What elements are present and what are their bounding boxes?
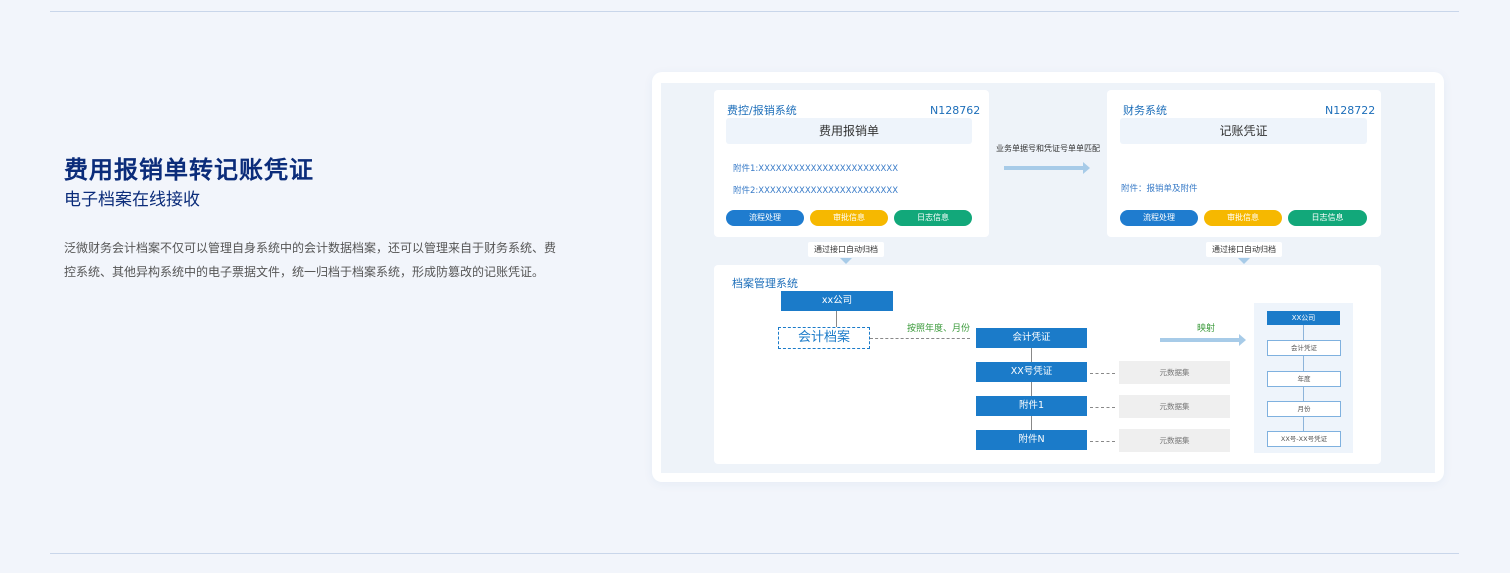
mapping-year: 年度	[1267, 371, 1341, 387]
voucher-number-node: XX号凭证	[976, 362, 1087, 382]
accounting-archive-node: 会计档案	[778, 327, 870, 349]
archive-voucher-connector	[870, 338, 970, 339]
top-divider	[50, 11, 1459, 12]
finance-approval-button[interactable]: 审批信息	[1204, 210, 1282, 226]
finance-attachment-note: 附件：报销单及附件	[1121, 184, 1198, 194]
metadata-connector-2	[1090, 407, 1115, 408]
company-node: xx公司	[781, 291, 893, 311]
expense-system-number: N128762	[930, 104, 981, 117]
voucher-chain-connector	[1031, 348, 1032, 432]
auto-archive-right-arrow	[1238, 258, 1250, 264]
expense-attachment-2: 附件2:XXXXXXXXXXXXXXXXXXXXXXXX	[733, 186, 899, 196]
expense-system-title: 费控/报销系统	[727, 104, 797, 117]
metadata-box-1: 元数据集	[1119, 361, 1230, 384]
finance-process-button[interactable]: 流程处理	[1120, 210, 1198, 226]
metadata-connector-3	[1090, 441, 1115, 442]
finance-system-title: 财务系统	[1123, 104, 1167, 117]
expense-log-button[interactable]: 日志信息	[894, 210, 972, 226]
finance-log-button[interactable]: 日志信息	[1288, 210, 1367, 226]
finance-document: 记账凭证	[1120, 118, 1367, 144]
archive-system-title: 档案管理系统	[732, 277, 798, 290]
match-label: 业务单据号和凭证号单单匹配	[996, 144, 1100, 153]
expense-process-button[interactable]: 流程处理	[726, 210, 804, 226]
accounting-voucher-node: 会计凭证	[976, 328, 1087, 348]
expense-attachment-1: 附件1:XXXXXXXXXXXXXXXXXXXXXXXX	[733, 164, 899, 174]
auto-archive-left-label: 通过接口自动归档	[808, 242, 884, 257]
mapping-voucher: 会计凭证	[1267, 340, 1341, 356]
mapping-arrow	[1160, 334, 1246, 346]
page-subtitle: 电子档案在线接收	[64, 190, 200, 210]
metadata-box-2: 元数据集	[1119, 395, 1230, 418]
bottom-divider	[50, 553, 1459, 554]
page-title: 费用报销单转记账凭证	[64, 156, 314, 184]
mapping-voucher-range: XX号-XX号凭证	[1267, 431, 1341, 447]
match-arrow	[1004, 162, 1090, 174]
attachment-1-node: 附件1	[976, 396, 1087, 416]
expense-document: 费用报销单	[726, 118, 972, 144]
mapping-label: 映射	[1197, 324, 1216, 334]
auto-archive-left-arrow	[840, 258, 852, 264]
mapping-month: 月份	[1267, 401, 1341, 417]
company-archive-connector	[836, 311, 837, 327]
metadata-connector-1	[1090, 373, 1115, 374]
expense-approval-button[interactable]: 审批信息	[810, 210, 888, 226]
finance-system-number: N128722	[1325, 104, 1376, 117]
page-description: 泛微财务会计档案不仅可以管理自身系统中的会计数据档案，还可以管理来自于财务系统、…	[64, 241, 557, 279]
by-period-label: 按照年度、月份	[907, 324, 971, 334]
attachment-n-node: 附件N	[976, 430, 1087, 450]
metadata-box-3: 元数据集	[1119, 429, 1230, 452]
mapping-company: XX公司	[1267, 311, 1340, 325]
auto-archive-right-label: 通过接口自动归档	[1206, 242, 1282, 257]
